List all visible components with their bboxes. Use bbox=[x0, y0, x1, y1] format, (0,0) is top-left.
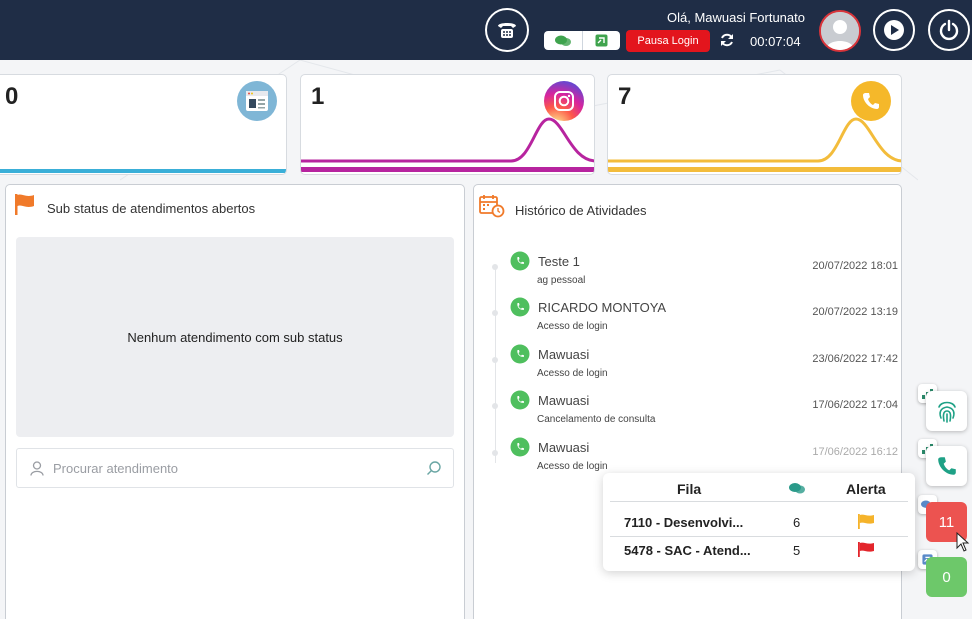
refresh-button[interactable] bbox=[719, 32, 735, 53]
flag-icon bbox=[858, 514, 874, 529]
phone-icon bbox=[498, 23, 516, 38]
play-button[interactable] bbox=[873, 9, 915, 51]
timeline-dot bbox=[492, 403, 498, 409]
activity-desc: Acesso de login bbox=[537, 321, 608, 332]
list-item[interactable]: Mawuasi Acesso de login 23/06/2022 17:42 bbox=[488, 344, 898, 382]
phone-trend-line bbox=[608, 117, 901, 172]
top-bar: Pausa Login Olá, Mawuasi Fortunato 00:07… bbox=[0, 0, 972, 60]
whatsapp-icon bbox=[510, 437, 530, 457]
chat-toggle[interactable] bbox=[544, 31, 582, 50]
user-avatar-icon bbox=[821, 12, 859, 50]
stat-card-phone[interactable]: 7 bbox=[607, 74, 902, 175]
substatus-panel: Sub status de atendimentos abertos Nenhu… bbox=[5, 184, 465, 619]
activity-name: Mawuasi bbox=[538, 393, 590, 408]
row-divider bbox=[610, 536, 908, 537]
cursor-icon bbox=[956, 532, 970, 552]
list-item[interactable]: Mawuasi Cancelamento de consulta 17/06/2… bbox=[488, 390, 898, 428]
chat-icon bbox=[789, 483, 805, 494]
substatus-title: Sub status de atendimentos abertos bbox=[47, 201, 256, 216]
flag-icon bbox=[15, 194, 34, 215]
activity-name: Teste 1 bbox=[538, 254, 580, 269]
search-input[interactable] bbox=[53, 458, 413, 478]
activity-date: 17/06/2022 16:12 bbox=[812, 446, 898, 458]
user-icon bbox=[30, 461, 44, 476]
calendar-clock-icon bbox=[479, 195, 505, 218]
whatsapp-icon bbox=[510, 251, 530, 271]
empty-message: Nenhum atendimento com sub status bbox=[127, 329, 343, 345]
web-icon bbox=[237, 81, 277, 121]
whatsapp-icon bbox=[510, 344, 530, 364]
substatus-empty-state: Nenhum atendimento com sub status bbox=[16, 237, 454, 437]
play-icon bbox=[884, 20, 904, 40]
header-divider bbox=[610, 501, 908, 502]
activity-date: 20/07/2022 13:19 bbox=[812, 306, 898, 318]
activity-desc: ag pessoal bbox=[537, 275, 586, 286]
session-timer: 00:07:04 bbox=[750, 34, 801, 49]
whatsapp-icon bbox=[510, 297, 530, 317]
logout-button[interactable] bbox=[928, 9, 970, 51]
activity-name: Mawuasi bbox=[538, 347, 590, 362]
external-phone-icon bbox=[595, 34, 608, 47]
whatsapp-icon bbox=[510, 390, 530, 410]
activity-date: 20/07/2022 18:01 bbox=[812, 260, 898, 272]
web-trend-line bbox=[0, 169, 286, 173]
list-item[interactable]: Teste 1 ag pessoal 20/07/2022 18:01 bbox=[488, 251, 898, 289]
stat-value: 0 bbox=[5, 83, 19, 110]
activity-name: Mawuasi bbox=[538, 440, 590, 455]
activity-desc: Acesso de login bbox=[537, 461, 608, 472]
pause-login-button[interactable]: Pausa Login bbox=[626, 30, 710, 52]
biometric-button[interactable] bbox=[926, 391, 967, 431]
activity-date: 17/06/2022 17:04 bbox=[812, 399, 898, 411]
phone-icon bbox=[937, 457, 956, 475]
activity-desc: Acesso de login bbox=[537, 368, 608, 379]
timeline-dot bbox=[492, 450, 498, 456]
channel-toggle-group bbox=[544, 31, 620, 50]
timeline-dot bbox=[492, 264, 498, 270]
queue-name: 5478 - SAC - Atend... bbox=[624, 543, 751, 558]
flag-icon bbox=[858, 542, 874, 557]
search-attendance-field[interactable] bbox=[16, 448, 454, 488]
col-header-queue: Fila bbox=[677, 481, 702, 497]
col-header-alert: Alerta bbox=[846, 481, 886, 497]
avatar[interactable] bbox=[819, 10, 861, 52]
user-greeting: Olá, Mawuasi Fortunato bbox=[666, 10, 805, 25]
activity-date: 23/06/2022 17:42 bbox=[812, 353, 898, 365]
instagram-trend-line bbox=[301, 117, 594, 172]
search-icon[interactable] bbox=[426, 460, 442, 476]
phone-queue-count-button[interactable]: 0 bbox=[926, 557, 967, 597]
external-phone-toggle[interactable] bbox=[581, 31, 621, 50]
list-item[interactable]: Mawuasi Acesso de login 17/06/2022 16:12 bbox=[488, 437, 898, 475]
list-item[interactable]: RICARDO MONTOYA Acesso de login 20/07/20… bbox=[488, 297, 898, 335]
queue-count: 5 bbox=[793, 543, 801, 558]
call-button[interactable] bbox=[926, 446, 967, 486]
refresh-icon bbox=[721, 33, 733, 47]
stat-value: 1 bbox=[311, 83, 325, 110]
stat-card-web[interactable]: 0 bbox=[0, 74, 287, 175]
stat-card-instagram[interactable]: 1 bbox=[300, 74, 595, 175]
timeline-dot bbox=[492, 357, 498, 363]
softphone-button[interactable] bbox=[485, 8, 529, 52]
power-icon bbox=[939, 19, 959, 41]
queue-count: 6 bbox=[793, 515, 801, 530]
timeline-dot bbox=[492, 310, 498, 316]
queue-popup: Fila Alerta 7110 - Desenvolvi... 6 5478 … bbox=[603, 473, 915, 571]
fingerprint-icon bbox=[937, 401, 956, 423]
chat-icon bbox=[554, 35, 571, 46]
activity-name: RICARDO MONTOYA bbox=[538, 300, 667, 315]
stat-value: 7 bbox=[618, 83, 632, 110]
history-title: Histórico de Atividades bbox=[515, 203, 647, 218]
queue-name: 7110 - Desenvolvi... bbox=[624, 515, 744, 530]
activity-desc: Cancelamento de consulta bbox=[537, 414, 656, 425]
